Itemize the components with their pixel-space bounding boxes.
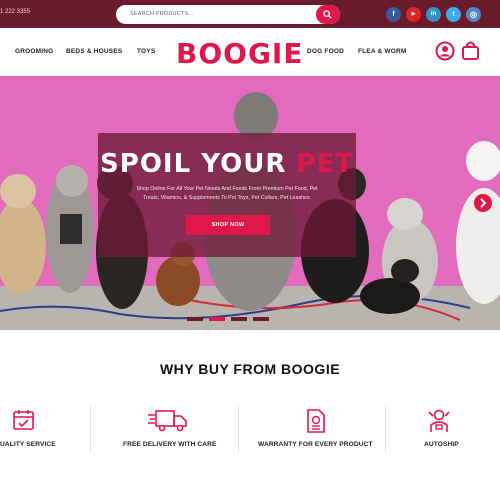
linkedin-icon[interactable]: in bbox=[426, 7, 441, 22]
slide-dot-2[interactable] bbox=[209, 317, 225, 321]
warranty-document-icon bbox=[307, 409, 325, 433]
nav-item-grooming[interactable]: GROOMING bbox=[15, 48, 53, 55]
twitter-icon[interactable]: t bbox=[446, 7, 461, 22]
search-bar[interactable]: SEARCH PRODUCTS... bbox=[116, 5, 340, 24]
brand-logo[interactable]: BOOGIE bbox=[176, 37, 303, 70]
nav-item-toys[interactable]: TOYS bbox=[137, 48, 155, 55]
nav-item-beds-houses[interactable]: BEDS & HOUSES bbox=[66, 48, 122, 55]
nav-item-dog-food[interactable]: DOG FOOD bbox=[307, 48, 344, 55]
nav-item-flea-worm[interactable]: FLEA & WORM bbox=[358, 48, 407, 55]
slide-dot-4[interactable] bbox=[253, 317, 269, 321]
divider bbox=[385, 406, 386, 452]
hero-subtitle-line-1: Shop Online For All Your Pet Needs And F… bbox=[136, 186, 318, 192]
search-input[interactable]: SEARCH PRODUCTS... bbox=[130, 11, 194, 17]
why-buy-section: WHY BUY FROM BOOGIE UALITY SERVICE FREE … bbox=[0, 330, 500, 500]
divider bbox=[90, 406, 91, 452]
search-button[interactable] bbox=[316, 5, 340, 24]
account-icon[interactable] bbox=[435, 41, 455, 61]
feature-free-delivery: FREE DELIVERY WITH CARE bbox=[123, 441, 217, 448]
phone-number: 1 222 3355 bbox=[0, 9, 31, 15]
youtube-icon[interactable]: ▶ bbox=[406, 7, 421, 22]
instagram-icon[interactable]: ◎ bbox=[466, 7, 481, 22]
hero-title-main: SPOIL YOUR bbox=[100, 149, 297, 179]
shop-now-button[interactable]: SHOP NOW bbox=[186, 215, 270, 235]
facebook-icon[interactable]: f bbox=[386, 7, 401, 22]
hero-overlay: SPOIL YOUR PET Shop Online For All Your … bbox=[98, 133, 356, 257]
main-navigation: GROOMING BEDS & HOUSES TOYS BOOGIE DOG F… bbox=[0, 28, 500, 76]
chevron-right-icon bbox=[480, 198, 487, 208]
hero-subtitle: Shop Online For All Your Pet Needs And F… bbox=[122, 185, 332, 203]
hero-title-accent: PET bbox=[296, 149, 354, 179]
cart-icon[interactable] bbox=[461, 40, 480, 61]
feature-autoship: AUTOSHIP bbox=[424, 441, 459, 448]
hero-subtitle-line-2: Treats, Vitamins, & Supplements To Pet T… bbox=[142, 195, 312, 201]
hero-banner: SPOIL YOUR PET Shop Online For All Your … bbox=[0, 76, 500, 330]
delivery-truck-icon bbox=[148, 410, 187, 432]
feature-warranty: WARRANTY FOR EVERY PRODUCT bbox=[258, 441, 373, 448]
top-bar: 1 222 3355 SEARCH PRODUCTS... f ▶ in t ◎ bbox=[0, 0, 500, 28]
feature-quality-service: UALITY SERVICE bbox=[0, 441, 56, 448]
hero-title: SPOIL YOUR PET bbox=[98, 149, 356, 179]
why-buy-title: WHY BUY FROM BOOGIE bbox=[159, 361, 341, 377]
divider bbox=[238, 406, 239, 452]
search-icon bbox=[323, 10, 332, 19]
slide-dot-1[interactable] bbox=[187, 317, 203, 321]
autoship-robot-icon bbox=[428, 409, 450, 432]
next-slide-button[interactable] bbox=[474, 194, 492, 212]
calendar-check-icon bbox=[13, 410, 34, 430]
slide-dot-3[interactable] bbox=[231, 317, 247, 321]
